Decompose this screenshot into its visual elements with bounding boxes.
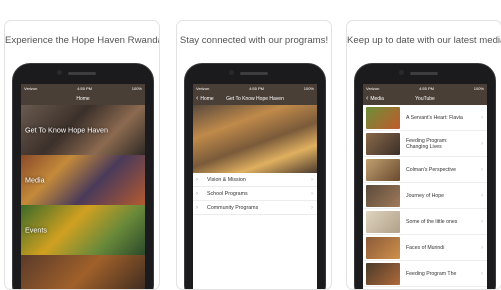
arrow-right-icon: › (196, 190, 198, 197)
video-title: Colman's Perspective (406, 166, 457, 173)
video-thumbnail (366, 158, 400, 181)
video-row[interactable]: Some of the little ones › (363, 209, 487, 235)
video-row[interactable]: Faces of Murindi › (363, 235, 487, 261)
chevron-right-icon: › (481, 140, 483, 147)
chevron-right-icon: › (311, 204, 313, 211)
tile-label: Media (25, 175, 45, 185)
battery-label: 100% (131, 85, 142, 91)
nav-title: YouTube (415, 95, 435, 102)
tile-media[interactable]: Media (21, 155, 145, 205)
video-thumbnail (366, 210, 400, 233)
speaker-grille (410, 72, 438, 75)
nav-bar: ‹ Home Get To Know Hope Haven (193, 92, 317, 105)
speaker-grille (240, 72, 268, 75)
chevron-right-icon: › (481, 192, 483, 199)
tile-label: Get To Know Hope Haven (25, 125, 108, 135)
tile-label: Events (25, 225, 47, 235)
chevron-right-icon: › (481, 114, 483, 121)
chevron-right-icon: › (311, 176, 313, 183)
status-bar: Verizon 4:55 PM 100% (363, 84, 487, 92)
back-label: Media (370, 95, 384, 102)
menu-item-vision[interactable]: › Vision & Mission › (193, 173, 317, 187)
back-label: Home (200, 95, 214, 102)
video-title: Feeding Program: Changing Lives (406, 137, 448, 150)
nav-title: Get To Know Hope Haven (226, 95, 284, 102)
phone-frame: Verizon 4:55 PM 100% ‹ Home Get To Know … (184, 63, 326, 289)
chevron-right-icon: › (311, 190, 313, 197)
time-label: 4:55 PM (77, 85, 92, 91)
menu-item-label: School Programs (207, 190, 248, 197)
video-thumbnail (366, 236, 400, 259)
card-caption: Experience the Hope Haven Rwanda App! (5, 35, 160, 46)
hero-image (193, 105, 317, 173)
video-thumbnail (366, 262, 400, 285)
camera-icon (57, 70, 62, 75)
arrow-right-icon: › (196, 176, 198, 183)
status-bar: Verizon 4:55 PM 100% (193, 84, 317, 92)
card-caption: Keep up to date with our latest media! (347, 35, 501, 46)
time-label: 4:55 PM (419, 85, 434, 91)
tile-events[interactable]: Events (21, 205, 145, 255)
video-title: Faces of Murindi (406, 244, 445, 251)
phone-frame: Verizon 4:55 PM 100% Home Get To Know Ho… (12, 63, 154, 289)
speaker-grille (68, 72, 96, 75)
phone-screen: Verizon 4:55 PM 100% ‹ Media YouTube A S… (363, 84, 487, 289)
back-button[interactable]: ‹ Media (366, 92, 384, 105)
screenshot-card-home: Experience the Hope Haven Rwanda App! Ve… (4, 20, 160, 290)
phone-screen: Verizon 4:55 PM 100% ‹ Home Get To Know … (193, 84, 317, 289)
card-caption: Stay connected with our programs! (179, 35, 329, 46)
nav-bar: ‹ Media YouTube (363, 92, 487, 105)
chevron-right-icon: › (481, 218, 483, 225)
video-row[interactable]: Journey of Hope › (363, 183, 487, 209)
video-row[interactable]: A Servant's Heart: Flavia › (363, 105, 487, 131)
video-thumbnail (366, 106, 400, 129)
back-button[interactable]: ‹ Home (196, 92, 214, 105)
carrier-label: Verizon (24, 85, 38, 91)
video-row[interactable]: Feeding Program The › (363, 261, 487, 287)
phone-screen: Verizon 4:55 PM 100% Home Get To Know Ho… (21, 84, 145, 289)
nav-bar: Home (21, 92, 145, 105)
status-bar: Verizon 4:55 PM 100% (21, 84, 145, 92)
carrier-label: Verizon (196, 85, 210, 91)
screenshot-card-programs: Stay connected with our programs! Verizo… (176, 20, 332, 290)
menu-item-school[interactable]: › School Programs › (193, 187, 317, 201)
chevron-left-icon: ‹ (196, 95, 199, 102)
battery-label: 100% (473, 85, 484, 91)
video-thumbnail (366, 184, 400, 207)
video-title: A Servant's Heart: Flavia (406, 114, 463, 121)
time-label: 4:55 PM (249, 85, 264, 91)
camera-icon (229, 70, 234, 75)
tile-more[interactable] (21, 255, 145, 289)
screenshot-card-media: Keep up to date with our latest media! V… (346, 20, 501, 290)
video-row[interactable]: Feeding Program: Changing Lives › (363, 131, 487, 157)
menu-item-label: Vision & Mission (207, 176, 246, 183)
video-row[interactable]: Colman's Perspective › (363, 157, 487, 183)
tile-get-to-know[interactable]: Get To Know Hope Haven (21, 105, 145, 155)
camera-icon (399, 70, 404, 75)
video-title: Feeding Program The (406, 270, 457, 277)
chevron-right-icon: › (481, 270, 483, 277)
carrier-label: Verizon (366, 85, 380, 91)
video-title: Journey of Hope (406, 192, 445, 199)
battery-label: 100% (303, 85, 314, 91)
menu-item-label: Community Programs (207, 204, 259, 211)
chevron-right-icon: › (481, 166, 483, 173)
phone-frame: Verizon 4:55 PM 100% ‹ Media YouTube A S… (354, 63, 496, 289)
nav-title: Home (76, 95, 90, 102)
chevron-right-icon: › (481, 244, 483, 251)
video-title: Some of the little ones (406, 218, 458, 225)
arrow-right-icon: › (196, 204, 198, 211)
menu-item-community[interactable]: › Community Programs › (193, 201, 317, 215)
chevron-left-icon: ‹ (366, 95, 369, 102)
video-thumbnail (366, 132, 400, 155)
